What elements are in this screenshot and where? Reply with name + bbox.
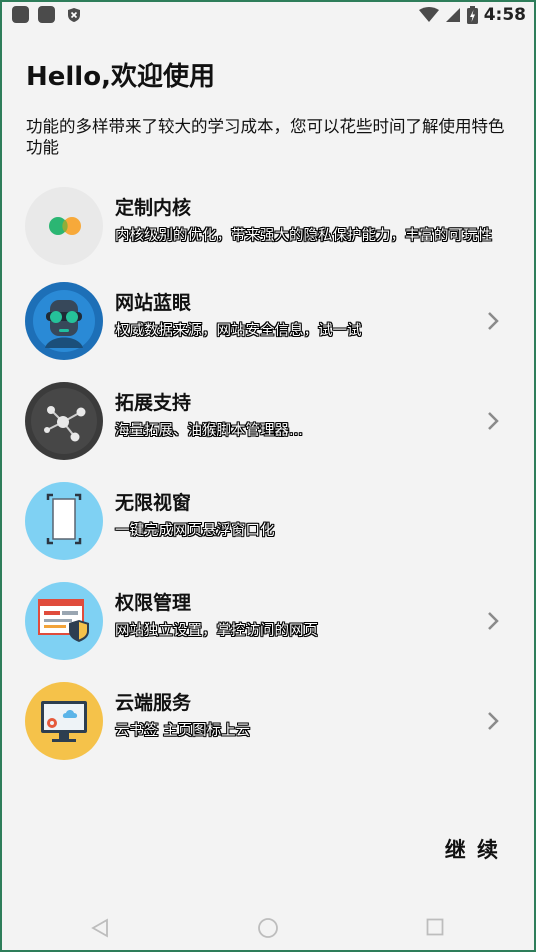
continue-button[interactable]: 继 续 — [445, 834, 500, 864]
feature-desc: 云书签 主页图标上云 — [115, 723, 251, 739]
navigation-bar — [0, 902, 536, 952]
shield-x-icon — [68, 8, 80, 22]
recents-icon[interactable] — [426, 918, 444, 936]
feature-item-permissions[interactable]: 权限管理 网站独立设置，掌控访问的网页 — [0, 582, 536, 678]
feature-title: 云端服务 — [115, 692, 192, 714]
feature-desc: 网站独立设置，掌控访问的网页 — [115, 623, 318, 639]
page-subtitle: 功能的多样带来了较大的学习成本，您可以花些时间了解使用特色功能 — [26, 117, 505, 157]
page-title: Hello,欢迎使用 — [26, 62, 215, 92]
dots-icon — [25, 187, 103, 265]
back-icon[interactable] — [91, 918, 109, 938]
notification-icon — [12, 6, 29, 23]
chevron-right-icon[interactable] — [486, 610, 500, 632]
feature-desc: 内核级别的优化，带来强大的隐私保护能力，丰富的可玩性 — [115, 228, 492, 244]
feature-item-cloud[interactable]: 云端服务 云书签 主页图标上云 — [0, 682, 536, 778]
feature-item-floating-window[interactable]: 无限视窗 一键完成网页悬浮窗口化 — [0, 482, 536, 578]
chevron-right-icon[interactable] — [486, 310, 500, 332]
feature-title: 网站蓝眼 — [115, 292, 192, 314]
window-icon — [25, 482, 103, 560]
wifi-icon — [418, 7, 439, 22]
status-bar: 4:58 — [0, 0, 536, 30]
home-icon[interactable] — [257, 917, 279, 939]
feature-title: 定制内核 — [115, 197, 192, 219]
feature-item-kernel[interactable]: 定制内核 内核级别的优化，带来强大的隐私保护能力，丰富的可玩性 — [0, 187, 536, 283]
shield-browser-icon — [25, 582, 103, 660]
feature-item-site-blue-eye[interactable]: 网站蓝眼 权威数据来源，网站安全信息，试一试 — [0, 282, 536, 378]
feature-desc: 海量拓展、油猴脚本管理器... — [115, 423, 303, 439]
battery-charging-icon — [466, 6, 478, 24]
clock: 4:58 — [483, 5, 526, 25]
molecule-icon — [25, 382, 103, 460]
chevron-right-icon[interactable] — [486, 410, 500, 432]
feature-title: 拓展支持 — [115, 392, 192, 414]
cloud-monitor-icon — [25, 682, 103, 760]
cell-signal-icon — [445, 8, 460, 22]
feature-title: 权限管理 — [115, 592, 192, 614]
goggles-icon — [25, 282, 103, 360]
feature-item-extensions[interactable]: 拓展支持 海量拓展、油猴脚本管理器... — [0, 382, 536, 478]
feature-desc: 一键完成网页悬浮窗口化 — [115, 523, 275, 539]
notification-icon — [38, 6, 55, 23]
feature-title: 无限视窗 — [115, 492, 192, 514]
chevron-right-icon[interactable] — [486, 710, 500, 732]
feature-desc: 权威数据来源，网站安全信息，试一试 — [115, 323, 362, 339]
